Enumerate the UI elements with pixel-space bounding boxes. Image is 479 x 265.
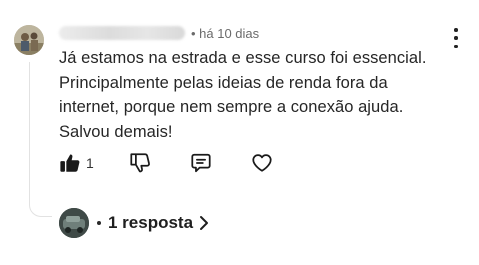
more-vertical-icon: [454, 28, 458, 32]
like-button[interactable]: 1: [59, 150, 94, 176]
more-vertical-icon-dot: [454, 44, 458, 48]
reply-button[interactable]: [190, 150, 212, 176]
thumbs-up-filled-icon: [60, 154, 80, 172]
like-count: 1: [86, 155, 94, 171]
thumbs-down-icon: [130, 153, 150, 173]
avatar-icon: [59, 208, 89, 238]
favorite-button[interactable]: [251, 150, 273, 176]
author-name-redacted[interactable]: [59, 26, 185, 40]
reply-author-avatar: [59, 208, 89, 238]
separator-dot: [97, 221, 101, 225]
more-vertical-icon-dot: [454, 36, 458, 40]
comment-icon: [191, 153, 211, 173]
comment-timestamp: • há 10 dias: [191, 25, 260, 41]
comment-header: • há 10 dias: [59, 24, 259, 42]
replies-count-label: 1 resposta: [108, 213, 194, 232]
comment-text: Já estamos na estrada e esse curso foi e…: [59, 49, 427, 141]
thread-line: [29, 62, 30, 202]
more-options-button[interactable]: [448, 28, 464, 48]
avatar-icon: [14, 25, 44, 55]
dislike-button[interactable]: [129, 150, 151, 176]
author-avatar[interactable]: [14, 25, 44, 55]
thread-connector: [29, 196, 52, 217]
view-replies-button[interactable]: 1 resposta: [59, 207, 209, 239]
heart-icon: [252, 154, 272, 172]
chevron-right-icon: [200, 216, 209, 230]
